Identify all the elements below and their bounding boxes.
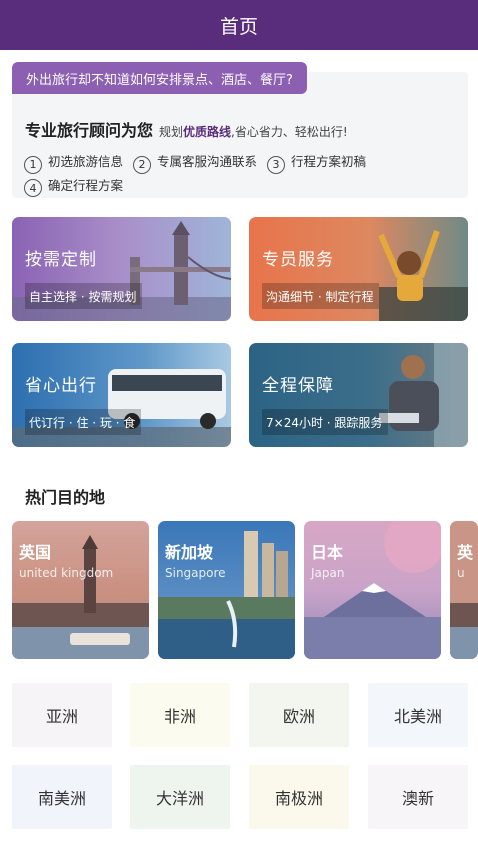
intro-lead-pre: 规划	[159, 125, 184, 139]
service-subtitle: 自主选择 · 按需规划	[25, 283, 143, 309]
destination-name: 新加坡	[165, 543, 214, 562]
region-north-america[interactable]: 北美洲	[368, 683, 468, 747]
step-label: 初选旅游信息	[48, 154, 124, 169]
intro-lead-highlight: 优质路线	[183, 125, 232, 139]
step-label: 确定行程方案	[48, 177, 124, 193]
step-3: 3 行程方案初稿	[267, 154, 367, 174]
destination-name: 日本	[311, 543, 344, 562]
service-subtitle: 7×24小时 · 跟踪服务	[262, 409, 389, 435]
step-1: 1 初选旅游信息	[24, 154, 124, 174]
region-oceania[interactable]: 大洋洲	[130, 765, 230, 829]
destination-card-japan[interactable]: 日本 Japan	[304, 521, 441, 659]
destination-name-en: united kingdom	[19, 566, 114, 580]
service-title: 专员服务	[262, 250, 334, 270]
destination-name: 英	[457, 543, 474, 562]
destination-card-singapore[interactable]: 新加坡 Singapore	[158, 521, 295, 659]
intro-headline-main: 专业旅行顾问为您	[25, 121, 154, 140]
service-title: 全程保障	[262, 376, 334, 396]
service-subtitle: 沟通细节 · 制定行程	[262, 283, 380, 309]
destination-name: 英国	[19, 543, 52, 562]
region-australia-nz[interactable]: 澳新	[368, 765, 468, 829]
intro-tag: 外出旅行却不知道如何安排景点、酒店、餐厅?	[12, 62, 307, 94]
region-antarctica[interactable]: 南极洲	[249, 765, 349, 829]
top-bar: 首页	[0, 0, 478, 50]
intro-headline: 专业旅行顾问为您 规划 优质路线 ,省心省力、轻松出行!	[25, 117, 348, 141]
destination-card-partial[interactable]: 英 u	[450, 521, 478, 659]
destination-name-en: u	[457, 566, 465, 580]
service-card-custom[interactable]: 按需定制 自主选择 · 按需规划	[12, 217, 231, 321]
page-title: 首页	[219, 15, 258, 38]
step-4: 4 确定行程方案	[24, 177, 124, 197]
service-title: 省心出行	[25, 376, 97, 396]
service-card-protection[interactable]: 全程保障 7×24小时 · 跟踪服务	[249, 343, 468, 447]
destination-card-uk[interactable]: 英国 united kingdom	[12, 521, 149, 659]
step-number: 2	[133, 155, 151, 174]
step-label: 行程方案初稿	[291, 154, 367, 169]
destination-name-en: Japan	[311, 566, 345, 580]
region-europe[interactable]: 欧洲	[249, 683, 349, 747]
service-card-specialist[interactable]: 专员服务 沟通细节 · 制定行程	[249, 217, 468, 321]
destination-name-en: Singapore	[165, 566, 226, 580]
region-south-america[interactable]: 南美洲	[12, 765, 112, 829]
service-card-easy[interactable]: 省心出行 代订行 · 住 · 玩 · 食	[12, 343, 231, 447]
step-label: 专属客服沟通联系	[157, 154, 258, 169]
step-2: 2 专属客服沟通联系	[133, 154, 258, 174]
intro-lead-post: ,省心省力、轻松出行!	[231, 125, 348, 139]
step-number: 3	[267, 155, 285, 174]
process-steps: 1 初选旅游信息 2 专属客服沟通联系 3 行程方案初稿 4 确定行程方案	[24, 150, 454, 197]
hot-destinations-title: 热门目的地	[25, 488, 106, 507]
service-title: 按需定制	[25, 250, 97, 270]
service-subtitle: 代订行 · 住 · 玩 · 食	[25, 409, 142, 435]
region-asia[interactable]: 亚洲	[12, 683, 112, 747]
step-number: 1	[24, 155, 42, 174]
region-africa[interactable]: 非洲	[130, 683, 230, 747]
step-number: 4	[24, 179, 42, 197]
